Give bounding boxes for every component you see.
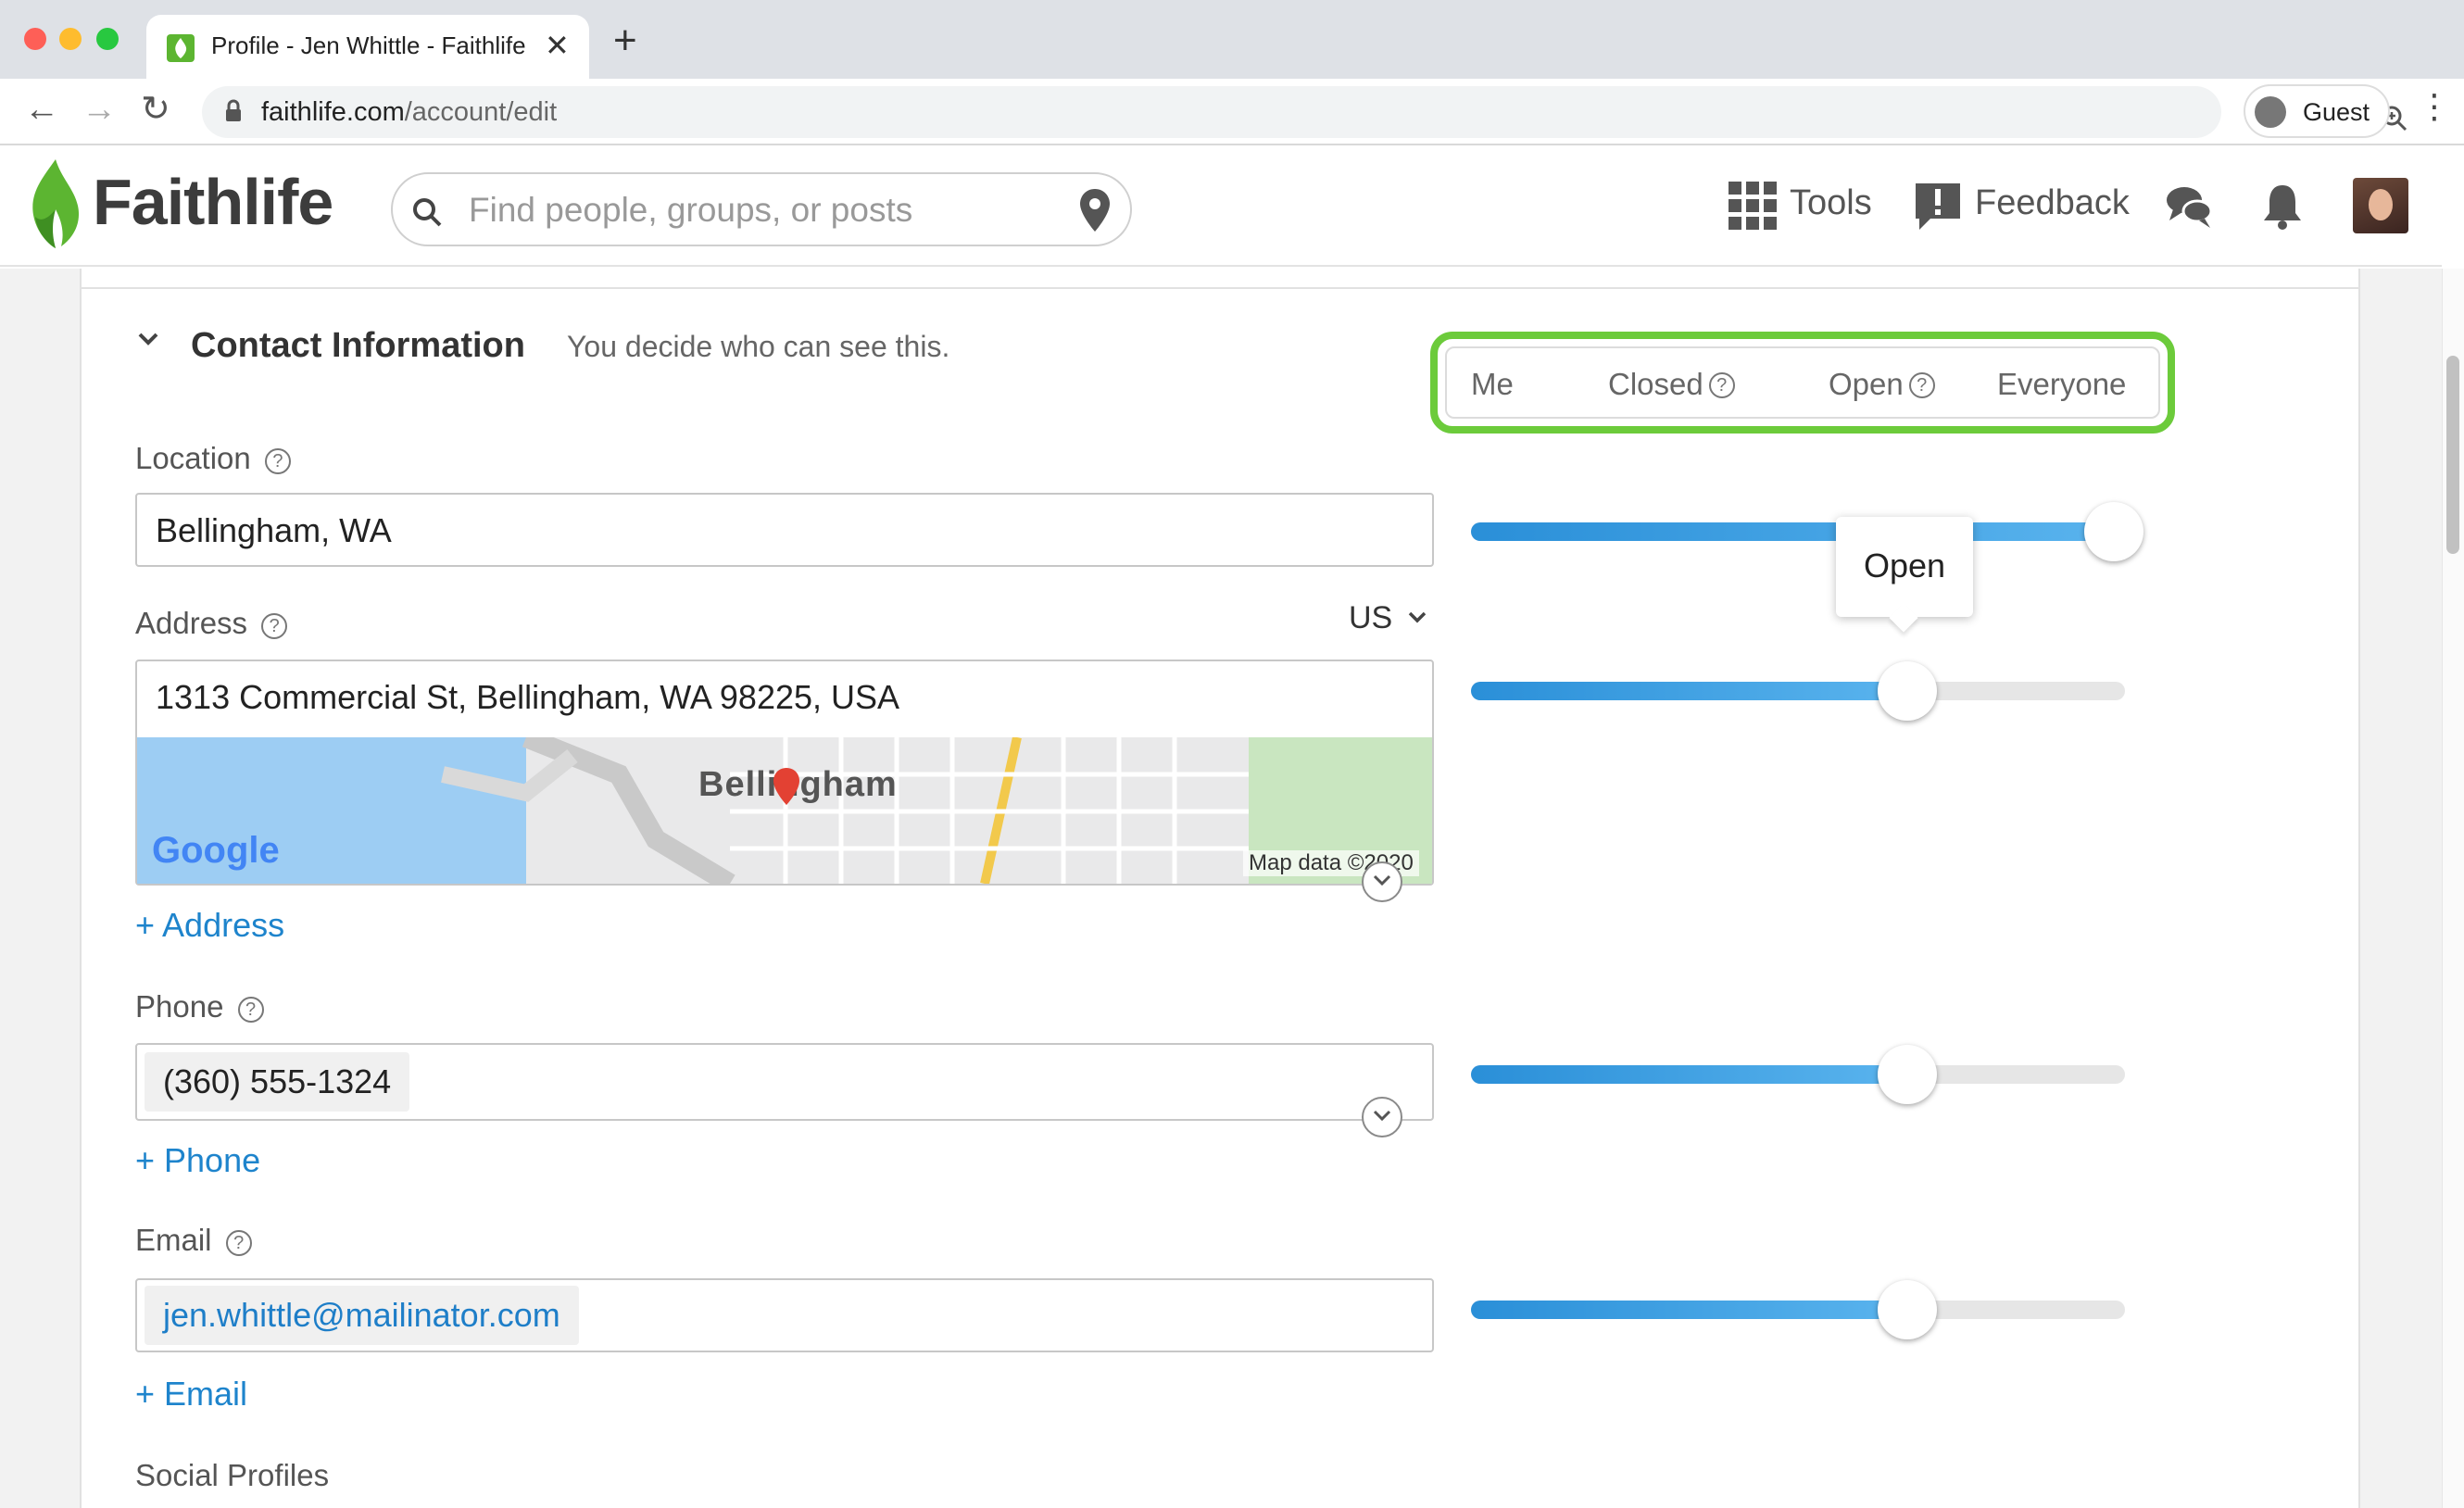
reload-button[interactable]: ↻ xyxy=(141,92,170,127)
user-avatar[interactable] xyxy=(2353,178,2408,233)
feedback-icon[interactable] xyxy=(1914,182,1962,232)
help-icon[interactable]: ? xyxy=(264,448,291,474)
faithlife-favicon-icon xyxy=(167,34,195,62)
feedback-link[interactable]: Feedback xyxy=(1975,183,2130,223)
tooltip-text: Open xyxy=(1863,547,1946,584)
search-icon xyxy=(413,198,442,227)
guest-avatar-icon xyxy=(2255,96,2286,128)
help-icon[interactable]: ? xyxy=(1908,372,1935,398)
phone-options-chevron-icon[interactable] xyxy=(1362,1097,1402,1137)
chevron-down-icon[interactable] xyxy=(1408,611,1427,624)
country-select[interactable]: US xyxy=(1349,600,1392,636)
email-visibility-slider[interactable] xyxy=(1471,1280,2125,1339)
phone-value-chip[interactable]: (360) 555-1324 xyxy=(145,1052,410,1112)
profile-label: Guest xyxy=(2303,98,2370,126)
maximize-window-button[interactable] xyxy=(96,28,119,50)
slider-fill xyxy=(1471,682,1907,700)
help-icon[interactable]: ? xyxy=(237,997,264,1023)
scrollbar-thumb[interactable] xyxy=(2446,356,2459,554)
slider-fill xyxy=(1471,1301,1907,1319)
browser-menu-icon[interactable]: ⋮ xyxy=(2418,90,2451,123)
address-label: Address ? xyxy=(135,606,288,641)
close-window-button[interactable] xyxy=(24,28,46,50)
slider-handle[interactable] xyxy=(1877,1280,1937,1339)
browser-tab-bar: Profile - Jen Whittle - Faithlife ✕ + xyxy=(0,0,2464,79)
avatar-face xyxy=(2369,189,2393,220)
map-marker-icon xyxy=(773,768,799,805)
forward-button[interactable]: → xyxy=(82,92,117,127)
slider-handle[interactable] xyxy=(1877,661,1937,721)
minimize-window-button[interactable] xyxy=(59,28,82,50)
close-tab-icon[interactable]: ✕ xyxy=(545,28,570,63)
email-value-chip[interactable]: jen.whittle@mailinator.com xyxy=(145,1286,579,1345)
tools-grid-icon[interactable] xyxy=(1729,182,1777,230)
email-input[interactable]: jen.whittle@mailinator.com xyxy=(135,1278,1434,1352)
browser-toolbar: ← → ↻ faithlife.com/account/edit Guest ⋮ xyxy=(0,79,2464,145)
phone-label: Phone ? xyxy=(135,989,264,1024)
lock-icon xyxy=(226,99,241,121)
location-label: Location ? xyxy=(135,441,291,476)
help-icon[interactable]: ? xyxy=(261,613,288,639)
visibility-level-me: Me xyxy=(1471,367,1514,401)
tools-link[interactable]: Tools xyxy=(1790,183,1872,223)
help-icon[interactable]: ? xyxy=(225,1230,252,1256)
location-pin-icon[interactable] xyxy=(1078,187,1112,233)
location-value: Bellingham, WA xyxy=(156,511,392,549)
visibility-level-open: Open? xyxy=(1829,367,1935,402)
google-logo: Google xyxy=(152,830,280,871)
slider-handle[interactable] xyxy=(2084,502,2143,561)
section-subtitle: You decide who can see this. xyxy=(567,330,950,363)
help-icon[interactable]: ? xyxy=(1708,372,1735,398)
location-visibility-slider[interactable] xyxy=(1471,502,2143,561)
location-input[interactable]: Bellingham, WA xyxy=(135,493,1434,567)
profile-button[interactable]: Guest xyxy=(2244,84,2390,138)
slider-fill xyxy=(1471,522,2125,541)
address-visibility-slider[interactable] xyxy=(1471,661,2125,721)
browser-tab[interactable]: Profile - Jen Whittle - Faithlife ✕ xyxy=(146,15,589,79)
address-options-chevron-icon[interactable] xyxy=(1362,861,1402,902)
card-divider xyxy=(80,287,2360,289)
tab-title: Profile - Jen Whittle - Faithlife xyxy=(211,31,526,59)
slider-fill xyxy=(1471,1065,1907,1084)
add-address-link[interactable]: + Address xyxy=(135,906,284,945)
slider-handle[interactable] xyxy=(1877,1045,1937,1104)
visibility-level-everyone: Everyone xyxy=(1997,367,2127,401)
faithlife-flame-icon[interactable] xyxy=(24,157,85,250)
site-header: Faithlife Find people, groups, or posts … xyxy=(0,146,2442,267)
search-placeholder: Find people, groups, or posts xyxy=(469,191,913,229)
email-label: Email ? xyxy=(135,1223,252,1258)
collapse-chevron-icon[interactable] xyxy=(137,332,159,346)
address-map[interactable]: Google Bellingham Map data ©2020 xyxy=(137,737,1432,884)
section-title: Contact Information xyxy=(191,326,525,365)
phone-visibility-slider[interactable] xyxy=(1471,1045,2125,1104)
faithlife-logo-text[interactable]: Faithlife xyxy=(93,165,333,239)
add-email-link[interactable]: + Email xyxy=(135,1375,247,1414)
back-button[interactable]: ← xyxy=(24,92,59,127)
new-tab-button[interactable]: + xyxy=(613,20,637,61)
visibility-tooltip: Open xyxy=(1836,517,1973,633)
add-phone-link[interactable]: + Phone xyxy=(135,1141,260,1180)
phone-input[interactable]: (360) 555-1324 xyxy=(135,1043,1434,1121)
messages-icon[interactable] xyxy=(2166,185,2212,230)
notifications-bell-icon[interactable] xyxy=(2262,182,2303,230)
map-roads xyxy=(441,737,1249,884)
address-value: 1313 Commercial St, Bellingham, WA 98225… xyxy=(156,678,900,716)
social-profiles-label: Social Profiles xyxy=(135,1458,330,1492)
address-bar[interactable]: faithlife.com/account/edit xyxy=(202,86,2407,138)
visibility-level-closed: Closed? xyxy=(1608,367,1735,402)
url-text: faithlife.com/account/edit xyxy=(261,97,558,127)
site-search-input[interactable]: Find people, groups, or posts xyxy=(391,172,1132,246)
